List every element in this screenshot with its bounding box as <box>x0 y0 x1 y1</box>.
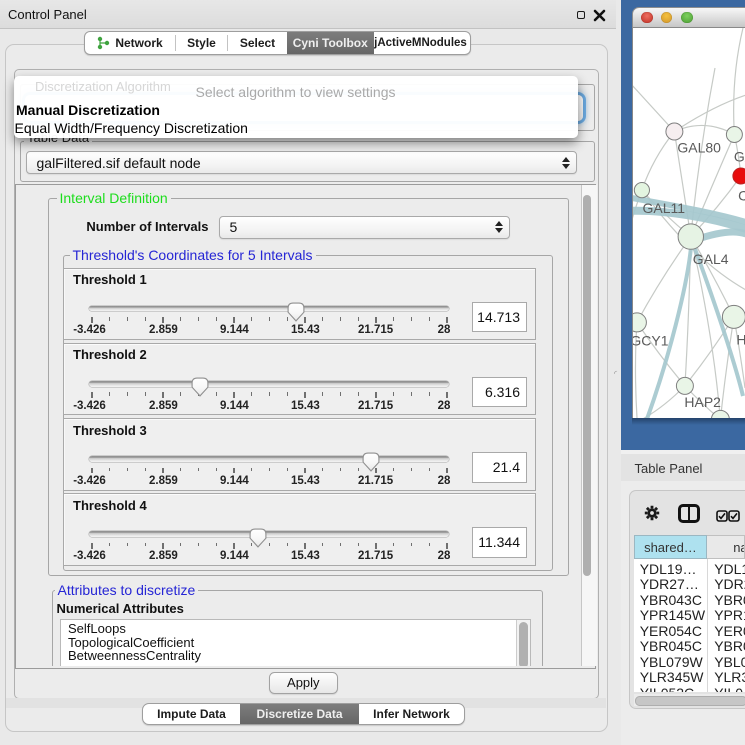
svg-text:GA: GA <box>733 148 744 164</box>
svg-text:C: C <box>738 187 745 203</box>
svg-text:HAP2: HAP2 <box>684 393 721 409</box>
svg-text:GAL80: GAL80 <box>677 139 721 155</box>
svg-text:H: H <box>736 331 745 347</box>
svg-text:GAL4: GAL4 <box>692 251 728 267</box>
svg-text:GAL11: GAL11 <box>642 199 685 215</box>
svg-text:GCY1: GCY1 <box>633 332 669 348</box>
